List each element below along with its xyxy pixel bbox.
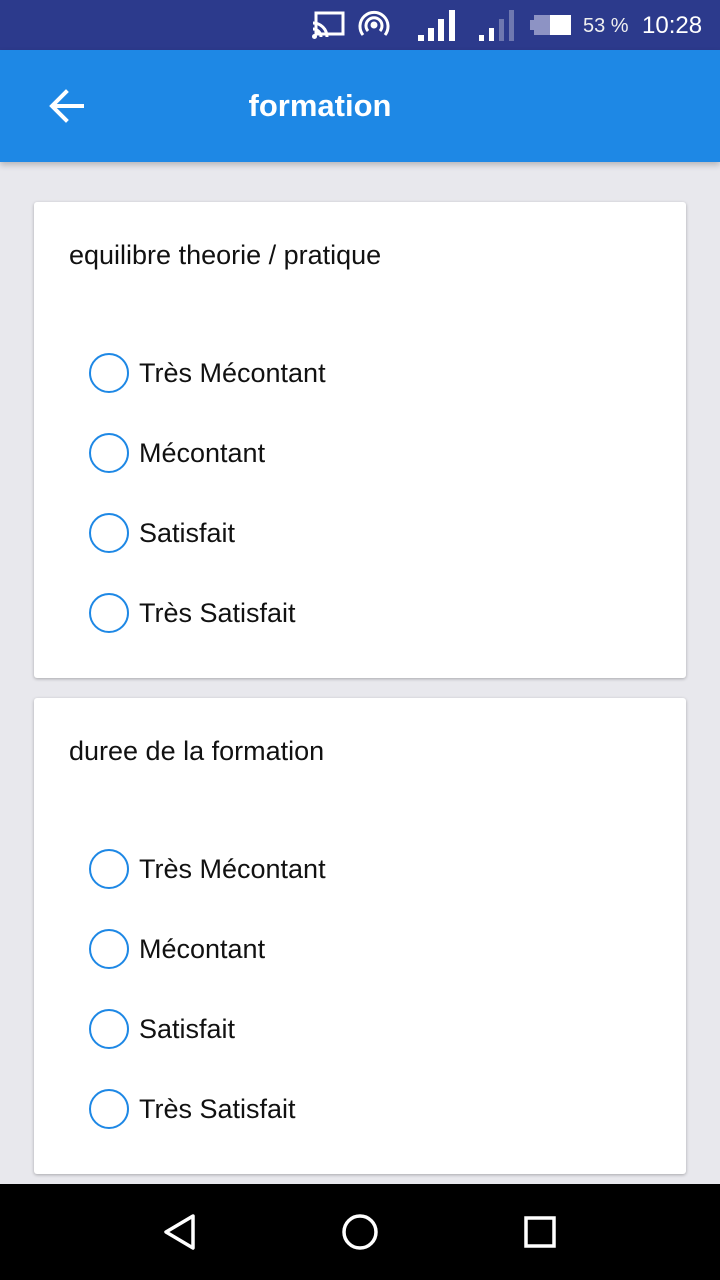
radio-option[interactable]: Très Satisfait (89, 593, 296, 633)
radio-option[interactable]: Très Mécontant (89, 849, 326, 889)
option-label: Satisfait (139, 1013, 236, 1044)
option-label: Mécontant (139, 437, 266, 468)
question-label: duree de la formation (69, 736, 325, 766)
nav-back-button[interactable] (150, 1202, 210, 1262)
signal-icon (416, 0, 460, 50)
radio-option[interactable]: Satisfait (89, 1009, 235, 1049)
radio-option[interactable]: Mécontant (89, 929, 265, 969)
radio-button[interactable] (89, 353, 129, 393)
radio-option[interactable]: Mécontant (89, 433, 265, 473)
radio-button[interactable] (89, 1089, 129, 1129)
navigation-bar (0, 1184, 720, 1280)
question-card: duree de la formation Très Mécontant Méc… (34, 698, 686, 1174)
hotspot-icon (358, 0, 390, 50)
nav-home-icon (342, 1214, 378, 1250)
radio-button[interactable] (89, 1009, 129, 1049)
option-label: Très Satisfait (139, 1093, 296, 1124)
nav-home-button[interactable] (330, 1202, 390, 1262)
page-title: formation (248, 88, 392, 123)
signal-icon (478, 0, 522, 50)
battery-percent: 53 % (583, 15, 629, 37)
radio-option[interactable]: Satisfait (89, 513, 235, 553)
nav-recent-icon (524, 1216, 556, 1248)
battery-icon (530, 0, 572, 50)
status-bar: 53 % 10:28 (0, 0, 720, 50)
radio-button[interactable] (89, 849, 129, 889)
option-label: Satisfait (139, 517, 236, 548)
option-label: Très Mécontant (139, 357, 326, 388)
option-label: Très Mécontant (139, 853, 326, 884)
nav-recent-button[interactable] (510, 1202, 570, 1262)
option-label: Mécontant (139, 933, 266, 964)
option-label: Très Satisfait (139, 597, 296, 628)
clock: 10:28 (642, 12, 703, 39)
nav-back-icon (164, 1214, 195, 1250)
question-label: equilibre theorie / pratique (69, 240, 382, 270)
question-card: equilibre theorie / pratique Très Mécont… (34, 202, 686, 678)
cast-icon (312, 0, 346, 50)
radio-button[interactable] (89, 929, 129, 969)
radio-option[interactable]: Très Mécontant (89, 353, 326, 393)
radio-option[interactable]: Très Satisfait (89, 1089, 296, 1129)
app-bar: formation (0, 50, 720, 162)
radio-button[interactable] (89, 433, 129, 473)
radio-button[interactable] (89, 593, 129, 633)
radio-button[interactable] (89, 513, 129, 553)
